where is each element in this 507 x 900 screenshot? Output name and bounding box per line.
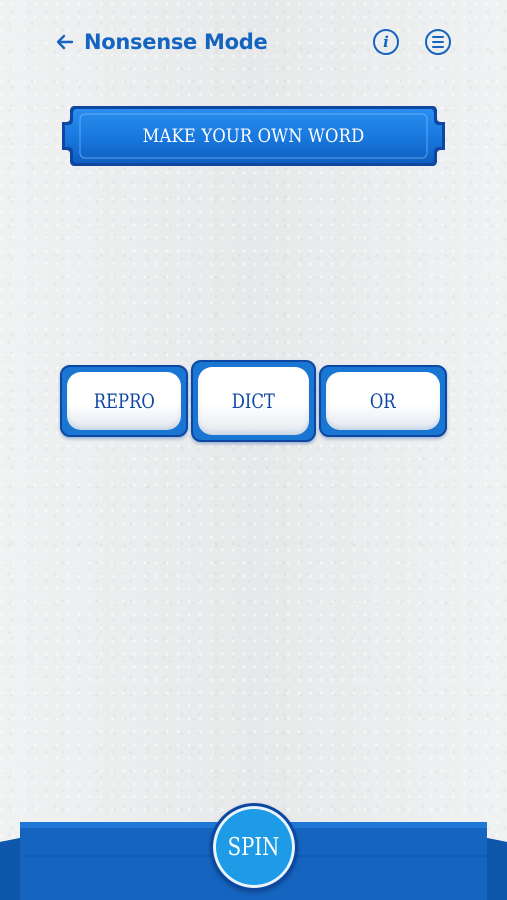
reel-root[interactable]: DICT [191,360,316,442]
reel-label: DICT [231,389,276,413]
spin-button[interactable]: SPIN [210,803,298,891]
info-button[interactable]: i [373,29,399,55]
make-your-own-word-button[interactable]: MAKE YOUR OWN WORD [60,104,447,168]
reel-suffix[interactable]: OR [319,365,447,437]
spin-label: SPIN [228,833,280,861]
menu-button[interactable] [425,29,451,55]
word-reels: REPRO DICT OR [60,360,447,442]
back-button[interactable]: Nonsense Mode [56,30,268,54]
reel-label: OR [370,389,396,413]
page-title: Nonsense Mode [84,30,268,54]
info-icon: i [383,32,389,51]
menu-icon [432,36,444,48]
reel-label: REPRO [93,389,155,413]
arrow-left-icon [56,34,74,50]
banner-label: MAKE YOUR OWN WORD [142,125,365,147]
reel-face: REPRO [67,372,181,430]
header-bar: Nonsense Mode i [56,22,451,62]
header-actions: i [373,29,451,55]
reel-prefix[interactable]: REPRO [60,365,188,437]
reel-face: DICT [198,367,309,435]
reel-face: OR [326,372,440,430]
